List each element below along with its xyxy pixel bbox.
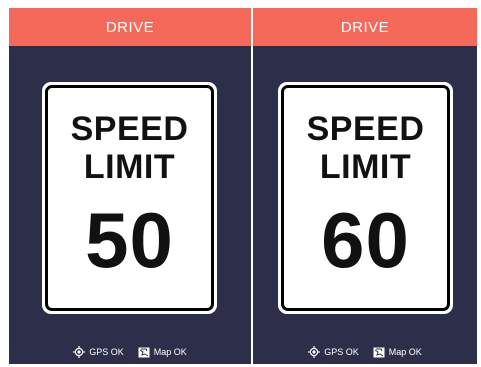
gps-status-label: GPS OK [324,347,359,357]
map-icon [373,347,385,358]
status-bar: GPS OK Map OK [9,344,251,360]
map-status: Map OK [138,347,187,358]
map-icon [138,347,150,358]
speed-limit-sign: SPEED LIMIT 50 [42,82,217,314]
drive-screen-left: DRIVE SPEED LIMIT 50 GPS OK Map OK [9,8,251,364]
header-bar: DRIVE [9,8,251,46]
sign-text-speed: SPEED [306,110,425,148]
status-bar: GPS OK Map OK [253,344,477,360]
header-bar: DRIVE [253,8,477,46]
gps-status-label: GPS OK [89,347,124,357]
sign-border: SPEED LIMIT 60 [281,85,450,311]
map-status: Map OK [373,347,422,358]
speed-limit-sign: SPEED LIMIT 60 [278,82,453,314]
gps-status: GPS OK [308,346,359,358]
gps-crosshair-icon [308,346,321,358]
sign-text-limit: LIMIT [319,148,412,186]
gps-status: GPS OK [73,346,124,358]
speed-limit-value: 60 [321,196,410,284]
drive-screen-right: DRIVE SPEED LIMIT 60 GPS OK Map OK [253,8,477,364]
speed-limit-value: 50 [85,196,174,284]
map-status-label: Map OK [388,347,422,357]
map-status-label: Map OK [153,347,187,357]
gps-crosshair-icon [73,346,86,358]
sign-text-limit: LIMIT [83,148,176,186]
header-title: DRIVE [340,18,390,36]
header-title: DRIVE [105,18,155,36]
sign-text-speed: SPEED [70,110,189,148]
sign-border: SPEED LIMIT 50 [45,85,214,311]
